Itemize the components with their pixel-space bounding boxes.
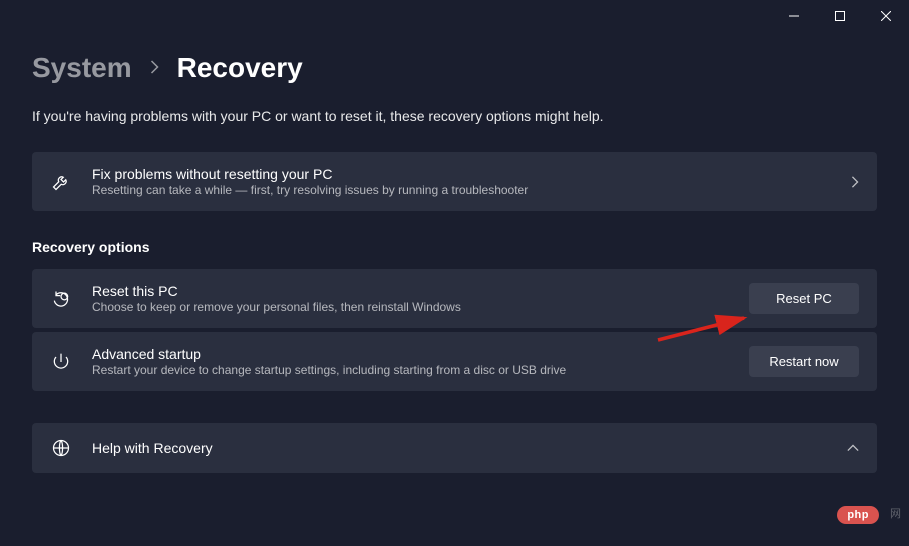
maximize-button[interactable] [817,0,863,32]
breadcrumb-parent[interactable]: System [32,52,132,84]
advanced-startup-subtitle: Restart your device to change startup se… [92,363,729,377]
advanced-startup-card: Advanced startup Restart your device to … [32,332,877,391]
watermark-suffix: 网 [890,505,901,521]
fix-problems-card[interactable]: Fix problems without resetting your PC R… [32,152,877,211]
power-icon [50,351,72,373]
reset-pc-text: Reset this PC Choose to keep or remove y… [92,283,729,314]
advanced-startup-title: Advanced startup [92,346,729,362]
intro-text: If you're having problems with your PC o… [32,108,877,124]
breadcrumb: System Recovery [32,52,877,84]
minimize-button[interactable] [771,0,817,32]
reset-pc-card: Reset this PC Choose to keep or remove y… [32,269,877,328]
reset-icon [50,288,72,310]
close-button[interactable] [863,0,909,32]
chevron-right-icon [150,60,159,77]
reset-pc-subtitle: Choose to keep or remove your personal f… [92,300,729,314]
globe-icon [50,437,72,459]
help-card[interactable]: Help with Recovery [32,423,877,473]
recovery-options-heading: Recovery options [32,239,877,255]
help-title: Help with Recovery [92,440,827,456]
restart-now-button[interactable]: Restart now [749,346,859,377]
watermark-badge: php [837,506,879,524]
breadcrumb-current: Recovery [177,52,303,84]
titlebar [0,0,909,32]
fix-problems-text: Fix problems without resetting your PC R… [92,166,831,197]
reset-pc-title: Reset this PC [92,283,729,299]
chevron-up-icon [847,444,859,452]
reset-pc-button[interactable]: Reset PC [749,283,859,314]
main-content: System Recovery If you're having problem… [0,32,909,473]
fix-problems-title: Fix problems without resetting your PC [92,166,831,182]
chevron-right-icon [851,176,859,188]
fix-problems-subtitle: Resetting can take a while — first, try … [92,183,831,197]
advanced-startup-text: Advanced startup Restart your device to … [92,346,729,377]
help-text: Help with Recovery [92,440,827,457]
wrench-icon [50,171,72,193]
